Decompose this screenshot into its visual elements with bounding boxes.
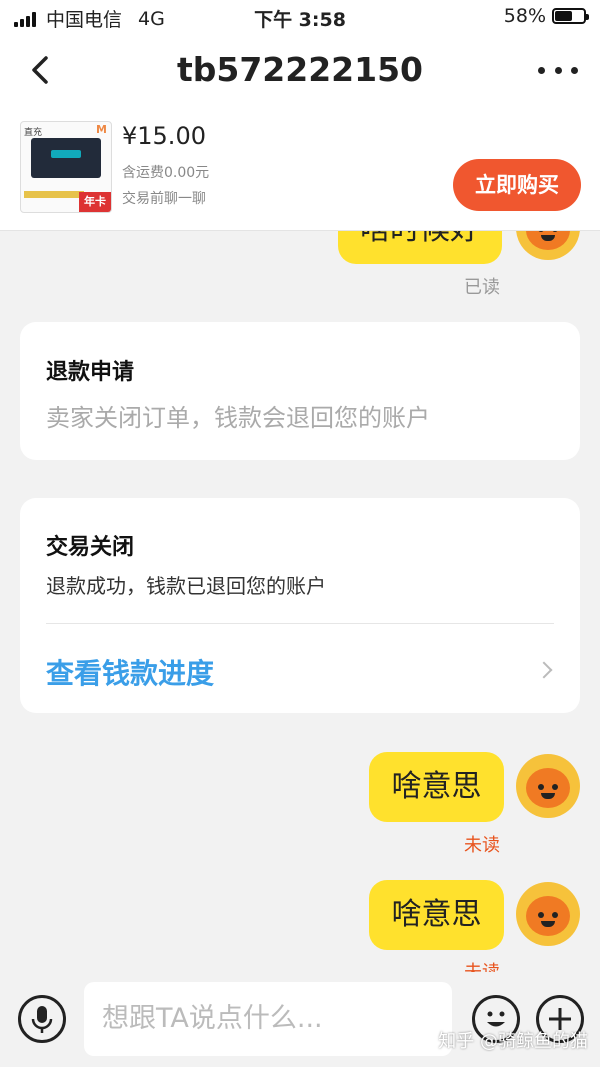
card-title: 退款申请 xyxy=(46,360,135,385)
watermark: 知乎 @骑鲸鱼的猫 xyxy=(438,1031,588,1052)
thumbnail-badge: 年卡 xyxy=(79,192,111,212)
battery-icon xyxy=(552,8,589,24)
unread-status: 未读 xyxy=(464,958,500,972)
chevron-right-icon xyxy=(535,661,553,679)
user-avatar[interactable] xyxy=(516,231,580,260)
refund-request-card[interactable]: 退款申请 卖家关闭订单，钱款会退回您的账户 xyxy=(20,322,580,460)
card-divider xyxy=(46,623,554,624)
user-avatar[interactable] xyxy=(516,754,580,818)
view-refund-progress-link[interactable]: 查看钱款进度 xyxy=(46,652,214,692)
brand-icon: M xyxy=(96,123,107,136)
battery-percent: 58% xyxy=(503,5,546,27)
card-title: 交易关闭 xyxy=(46,535,135,560)
microphone-button[interactable] xyxy=(18,995,66,1043)
thumbnail-tag: 直充 xyxy=(24,128,43,138)
chat-title: tb572222150 xyxy=(176,50,424,89)
unread-status: 未读 xyxy=(464,835,500,856)
card-subtitle: 退款成功，钱款已退回您的账户 xyxy=(46,574,326,598)
user-avatar[interactable] xyxy=(516,882,580,946)
nav-bar: tb572222150 xyxy=(0,34,600,108)
product-price: ¥15.00 xyxy=(122,122,206,150)
more-options-icon[interactable] xyxy=(538,52,578,88)
card-subtitle: 卖家关闭订单，钱款会退回您的账户 xyxy=(46,404,430,432)
read-status: 已读 xyxy=(464,277,500,298)
product-thumbnail[interactable]: 直充 M 年卡 xyxy=(20,121,112,213)
trade-closed-card[interactable]: 交易关闭 退款成功，钱款已退回您的账户 查看钱款进度 xyxy=(20,498,580,713)
message-input[interactable]: 想跟TA说点什么... xyxy=(84,982,452,1056)
status-bar: 中国电信 4G 下午 3:58 58% xyxy=(0,0,600,34)
microphone-icon xyxy=(31,1006,53,1033)
message-bubble[interactable]: 啥意思 xyxy=(369,880,504,950)
shipping-fee: 含运费0.00元 xyxy=(122,165,210,181)
chat-hint: 交易前聊一聊 xyxy=(122,191,206,207)
message-bubble[interactable]: 啥意思 xyxy=(369,752,504,822)
input-bar: 想跟TA说点什么... 知乎 @骑鲸鱼的猫 xyxy=(0,972,600,1067)
buy-now-button[interactable]: 立即购买 xyxy=(453,159,581,211)
message-bubble[interactable]: 啥时候好 xyxy=(338,231,502,264)
membership-card-image xyxy=(31,138,101,178)
